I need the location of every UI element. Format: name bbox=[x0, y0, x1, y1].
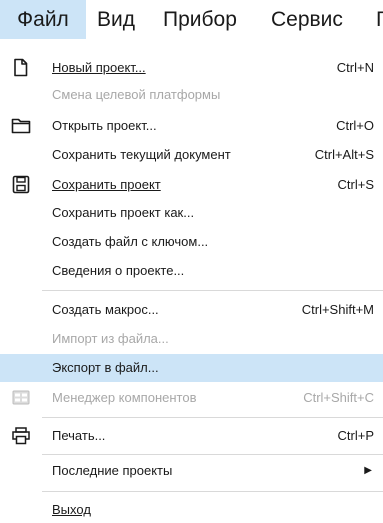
menu-item-label: Новый проект... bbox=[52, 60, 146, 75]
menu-view[interactable]: Вид bbox=[97, 0, 135, 39]
menu-item-new-project[interactable]: Новый проект... Ctrl+N bbox=[0, 54, 383, 81]
menu-separator bbox=[42, 491, 383, 492]
menu-item-change-platform[interactable]: Смена целевой платформы bbox=[0, 81, 383, 108]
menu-item-shortcut: Ctrl+P bbox=[337, 428, 374, 443]
menu-item-save-project[interactable]: Сохранить проект Ctrl+S bbox=[0, 171, 383, 198]
menu-item-shortcut: Ctrl+Shift+M bbox=[301, 302, 374, 317]
menu-item-label: Выход bbox=[52, 502, 91, 517]
menu-item-label: Сохранить проект как... bbox=[52, 205, 195, 220]
menu-item-save-project-as[interactable]: Сохранить проект как... bbox=[0, 199, 383, 226]
floppy-disk-icon bbox=[11, 175, 31, 194]
menu-separator bbox=[42, 454, 383, 455]
menu-item-shortcut: Ctrl+Alt+S bbox=[314, 147, 374, 162]
component-manager-icon bbox=[11, 388, 31, 407]
menu-item-label: Сохранить проект bbox=[52, 177, 161, 192]
menu-item-shortcut: Ctrl+Shift+C bbox=[303, 390, 374, 405]
menu-item-save-document[interactable]: Сохранить текущий документ Ctrl+Alt+S bbox=[0, 141, 383, 168]
menu-item-label: Менеджер компонентов bbox=[52, 390, 197, 405]
menu-item-label: Последние проекты bbox=[52, 463, 173, 478]
menu-item-component-manager[interactable]: Менеджер компонентов Ctrl+Shift+C bbox=[0, 384, 383, 411]
menu-item-create-macro[interactable]: Создать макрос... Ctrl+Shift+M bbox=[0, 296, 383, 323]
menu-item-label: Открыть проект... bbox=[52, 118, 157, 133]
menu-item-label: Печать... bbox=[52, 428, 106, 443]
menu-more[interactable]: Г bbox=[376, 0, 383, 39]
menu-service[interactable]: Сервис bbox=[271, 0, 343, 39]
new-document-icon bbox=[11, 58, 31, 77]
menu-item-label: Экспорт в файл... bbox=[52, 360, 159, 375]
menu-item-shortcut: Ctrl+O bbox=[336, 118, 374, 133]
menu-file[interactable]: Файл bbox=[0, 0, 86, 39]
menu-item-exit[interactable]: Выход bbox=[0, 496, 383, 523]
menu-item-import-file[interactable]: Импорт из файла... bbox=[0, 325, 383, 352]
menu-item-label: Сведения о проекте... bbox=[52, 263, 185, 278]
menu-item-print[interactable]: Печать... Ctrl+P bbox=[0, 422, 383, 449]
menu-item-label: Создать файл с ключом... bbox=[52, 234, 209, 249]
menu-separator bbox=[42, 290, 383, 291]
menu-device[interactable]: Прибор bbox=[163, 0, 237, 39]
menu-item-label: Создать макрос... bbox=[52, 302, 159, 317]
menu-item-open-project[interactable]: Открыть проект... Ctrl+O bbox=[0, 112, 383, 139]
menu-item-create-key-file[interactable]: Создать файл с ключом... bbox=[0, 228, 383, 255]
menu-item-export-file[interactable]: Экспорт в файл... bbox=[0, 354, 383, 382]
menu-item-shortcut: Ctrl+N bbox=[336, 60, 374, 75]
submenu-arrow-icon: ▶ bbox=[364, 465, 372, 476]
menu-item-shortcut: Ctrl+S bbox=[337, 177, 374, 192]
folder-icon bbox=[11, 116, 31, 135]
menu-item-recent-projects[interactable]: Последние проекты ▶ bbox=[0, 457, 383, 484]
menu-item-label: Смена целевой платформы bbox=[52, 87, 221, 102]
printer-icon bbox=[11, 426, 31, 445]
menu-separator bbox=[42, 417, 383, 418]
menu-item-label: Импорт из файла... bbox=[52, 331, 169, 346]
menu-bar: Файл Вид Прибор Сервис Г bbox=[0, 0, 383, 39]
menu-item-label: Сохранить текущий документ bbox=[52, 147, 231, 162]
menu-item-project-info[interactable]: Сведения о проекте... bbox=[0, 257, 383, 284]
file-menu-dropdown: Новый проект... Ctrl+N Смена целевой пла… bbox=[0, 39, 383, 517]
